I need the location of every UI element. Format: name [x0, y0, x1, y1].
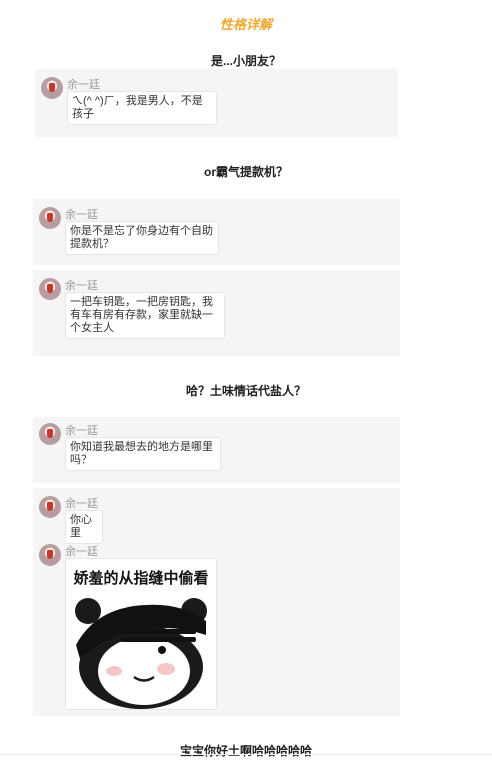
panda-peeking-through-fingers-icon: [75, 598, 207, 709]
chat-card: 余一廷 你心里 余一廷 娇羞的从指缝中偷看: [33, 488, 400, 716]
avatar[interactable]: [39, 207, 61, 229]
sender-name: 余一廷: [65, 498, 98, 510]
sticker-message[interactable]: 娇羞的从指缝中偷看: [65, 558, 217, 710]
avatar[interactable]: [39, 496, 61, 518]
avatar[interactable]: [39, 423, 61, 445]
message-bubble: ㄟ(^ ^)ㄏ，我是男人，不是孩子: [67, 91, 217, 125]
section-heading: or霸气提款机？: [203, 165, 288, 179]
avatar[interactable]: [39, 278, 61, 300]
section-heading: 宝宝你好土啊哈哈哈哈哈: [179, 744, 312, 758]
section-heading: 是...小朋友？: [210, 54, 281, 68]
section-heading: 哈？土味情话代盐人？: [185, 384, 306, 398]
sender-name: 余一廷: [65, 425, 98, 437]
avatar[interactable]: [39, 544, 61, 566]
message-bubble: 你知道我最想去的地方是哪里吗？: [65, 437, 221, 471]
sender-name: 余一廷: [65, 209, 98, 221]
chat-card: 余一廷 一把车钥匙，一把房钥匙，我有车有房有存款，家里就缺一个女主人: [33, 270, 400, 356]
page-title: 性格详解: [219, 17, 272, 32]
chat-card: 余一廷 ㄟ(^ ^)ㄏ，我是男人，不是孩子: [35, 69, 398, 137]
sender-name: 余一廷: [67, 79, 100, 91]
divider: [0, 754, 492, 755]
chat-card: 余一廷 你是不是忘了你身边有个自助提款机？: [33, 199, 400, 265]
sender-name: 余一廷: [65, 546, 98, 558]
message-bubble: 你心里: [65, 510, 103, 544]
message-bubble: 一把车钥匙，一把房钥匙，我有车有房有存款，家里就缺一个女主人: [65, 292, 225, 339]
message-bubble: 你是不是忘了你身边有个自助提款机？: [65, 221, 219, 255]
avatar[interactable]: [41, 77, 63, 99]
sender-name: 余一廷: [65, 280, 98, 292]
chat-card: 余一廷 你知道我最想去的地方是哪里吗？: [33, 417, 400, 483]
